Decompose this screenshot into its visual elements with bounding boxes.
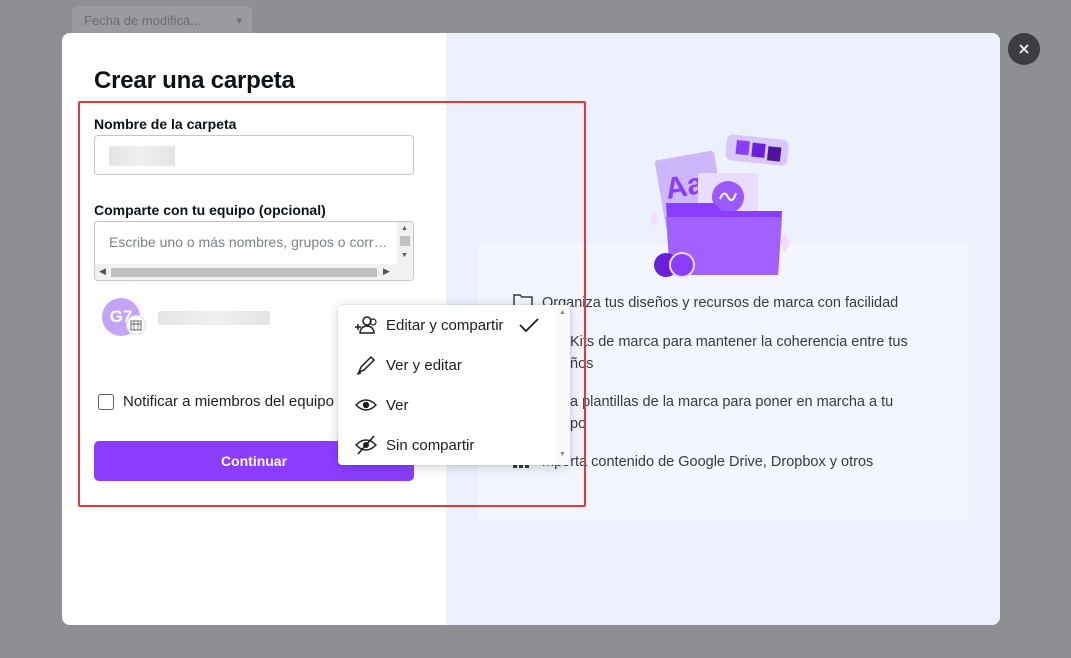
scroll-down-arrow-icon[interactable]: ▼ xyxy=(401,252,408,259)
notify-label: Notificar a miembros del equipo xyxy=(123,393,334,410)
menu-item-view[interactable]: Ver xyxy=(338,385,554,425)
add-person-icon xyxy=(355,316,377,334)
feature-templates: a plantillas de la marca para poner en m… xyxy=(570,394,894,432)
redacted-folder-name xyxy=(109,146,175,166)
close-button[interactable] xyxy=(1008,33,1040,65)
scroll-down-arrow-icon[interactable]: ▼ xyxy=(559,451,566,458)
menu-item-no-share[interactable]: Sin compartir xyxy=(338,425,554,465)
menu-item-view-edit[interactable]: Ver y editar xyxy=(338,345,554,385)
notify-option[interactable]: Notificar a miembros del equipo xyxy=(98,393,334,410)
folder-name-input[interactable] xyxy=(94,135,414,175)
folder-name-label: Nombre de la carpeta xyxy=(94,116,237,132)
team-badge-icon xyxy=(126,315,146,335)
menu-item-edit-share[interactable]: Editar y compartir xyxy=(338,305,554,345)
feature-brand-kits: Kits de marca para mantener la coherenci… xyxy=(570,334,908,372)
scrollbar-thumb[interactable] xyxy=(400,236,410,246)
eye-off-icon xyxy=(354,435,378,455)
notify-checkbox[interactable] xyxy=(98,393,114,410)
dialog-title: Crear una carpeta xyxy=(94,67,295,94)
eye-icon xyxy=(354,399,378,411)
scroll-right-arrow-icon[interactable]: ▶ xyxy=(383,266,390,277)
menu-scrollbar[interactable]: ▲ ▼ xyxy=(556,305,570,465)
share-input-vertical-scrollbar[interactable]: ▲ ▼ xyxy=(397,222,413,266)
scrollbar-thumb[interactable] xyxy=(111,268,377,277)
scroll-up-arrow-icon[interactable]: ▲ xyxy=(559,309,566,316)
menu-item-label: Ver y editar xyxy=(386,356,462,374)
feature-organize: Organiza tus diseños y recursos de marca… xyxy=(542,295,899,311)
scroll-up-arrow-icon[interactable]: ▲ xyxy=(401,225,408,232)
menu-item-label: Sin compartir xyxy=(386,436,475,454)
check-icon xyxy=(519,318,539,333)
redacted-team-name xyxy=(158,311,270,325)
share-input[interactable]: Escribe uno o más nombres, grupos o corr… xyxy=(94,221,414,281)
share-label: Comparte con tu equipo (opcional) xyxy=(94,202,326,218)
background-sort-label: Fecha de modifica... xyxy=(84,13,202,28)
background-sort-tab: Fecha de modifica... ▾ xyxy=(72,6,252,36)
menu-item-label: Editar y compartir xyxy=(386,316,504,334)
menu-item-label: Ver xyxy=(386,396,409,414)
folder-illustration-icon: Aa xyxy=(650,134,790,278)
share-input-horizontal-scrollbar[interactable]: ◀ ▶ xyxy=(95,264,413,280)
close-icon xyxy=(1019,44,1029,54)
chevron-down-icon: ▾ xyxy=(236,15,242,27)
permission-menu: Editar y compartir Ver y editar Ver Sin … xyxy=(338,305,570,465)
feature-import: mporta contenido de Google Drive, Dropbo… xyxy=(542,454,874,470)
scroll-left-arrow-icon[interactable]: ◀ xyxy=(99,266,106,277)
pencil-icon xyxy=(356,355,376,375)
share-placeholder: Escribe uno o más nombres, grupos o corr… xyxy=(109,234,391,250)
